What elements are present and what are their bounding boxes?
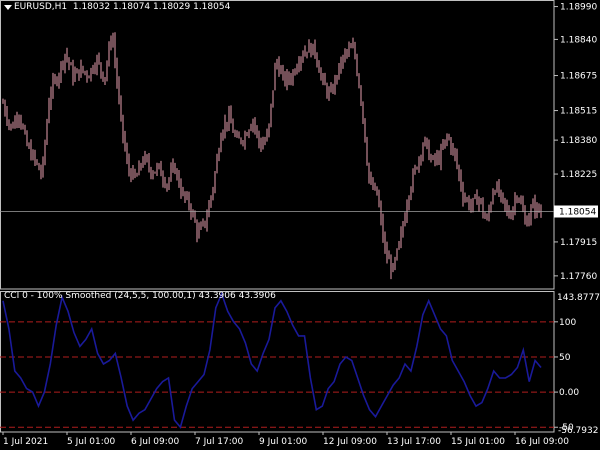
price-tick-label: 1.17760: [560, 272, 597, 282]
chart-header: EURUSD,H1 1.18032 1.18074 1.18029 1.1805…: [14, 2, 230, 12]
indicator-level-label: 50: [559, 353, 571, 363]
time-tick-label: 16 Jul 09:00: [515, 437, 569, 447]
price-tick-label: 1.18675: [560, 72, 597, 82]
price-tick-label: 1.18990: [560, 3, 597, 13]
indicator-top-label: 143.8777: [557, 293, 600, 303]
time-tick-label: 6 Jul 09:00: [131, 437, 180, 447]
price-axis: 1.18990 1.18840 1.18675 1.18515 1.18380 1.182…: [554, 3, 598, 282]
time-tick-label: 1 Jul 2021: [3, 437, 48, 447]
time-tick-label: 12 Jul 09:00: [323, 437, 377, 447]
current-price-label: 1.18054: [559, 207, 596, 217]
time-tick-label: 13 Jul 17:00: [387, 437, 441, 447]
price-tick-label: 1.18515: [560, 107, 597, 117]
price-tick-label: 1.18380: [560, 136, 597, 146]
symbol-label: EURUSD,H1: [14, 2, 68, 12]
indicator-bottom-label: -56.7932: [558, 426, 598, 436]
symbol-dropdown-icon[interactable]: [4, 5, 12, 10]
indicator-title: CCI 0 - 100% Smoothed (24,5,5, 100.00,1)…: [4, 291, 276, 301]
time-tick-label: 7 Jul 17:00: [195, 437, 244, 447]
price-tick-label: 1.18225: [560, 170, 597, 180]
indicator-level-label: 100: [559, 318, 576, 328]
price-tick-label: 1.17915: [560, 238, 597, 248]
price-tick-label: 1.18840: [560, 35, 597, 45]
ohlc-values: 1.18032 1.18074 1.18029 1.18054: [72, 2, 231, 12]
time-tick-label: 5 Jul 01:00: [67, 437, 116, 447]
time-tick-label: 15 Jul 01:00: [451, 437, 505, 447]
time-tick-label: 9 Jul 01:00: [259, 437, 308, 447]
indicator-header: CCI 0 - 100% Smoothed (24,5,5, 100.00,1)…: [4, 291, 276, 301]
chart-canvas[interactable]: 1.18990 1.18840 1.18675 1.18515 1.18380 1.182…: [0, 0, 600, 450]
indicator-level-label: 0.00: [559, 388, 579, 398]
